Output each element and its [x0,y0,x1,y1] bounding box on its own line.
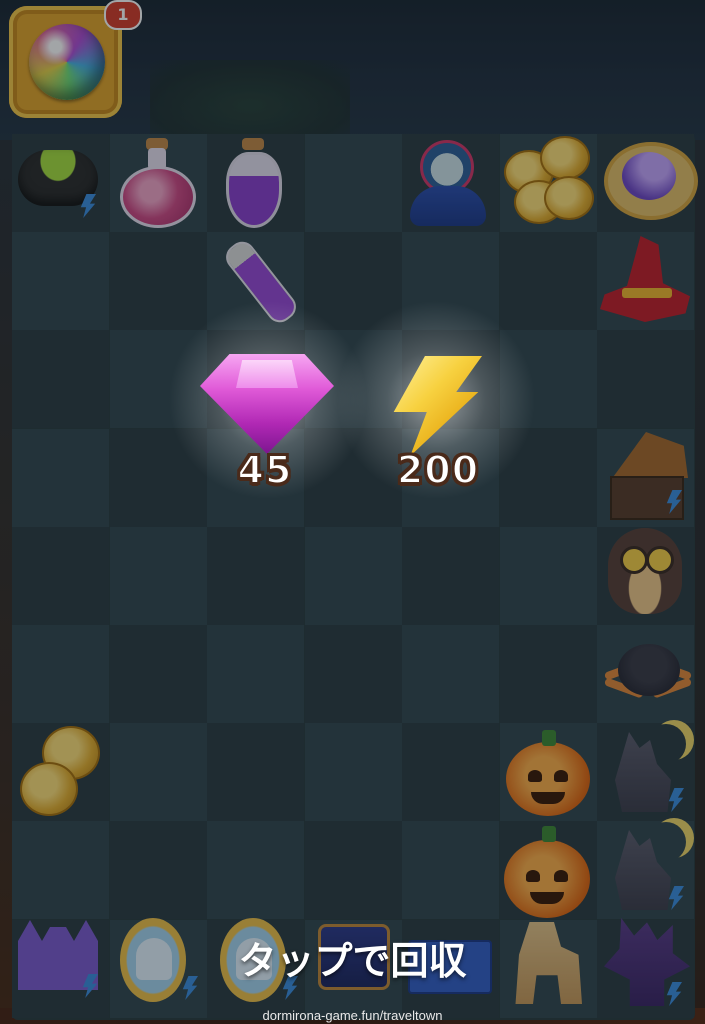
modal-dim-overlay[interactable] [0,0,705,1024]
tap-to-collect-prompt[interactable]: タップで回収 [0,930,705,985]
energy-reward-amount: 200 [396,447,480,493]
watermark-text: dormirona-game.fun/traveltown [262,1008,443,1023]
gem-reward-amount: 45 [237,447,293,493]
gem-facet [236,360,298,388]
